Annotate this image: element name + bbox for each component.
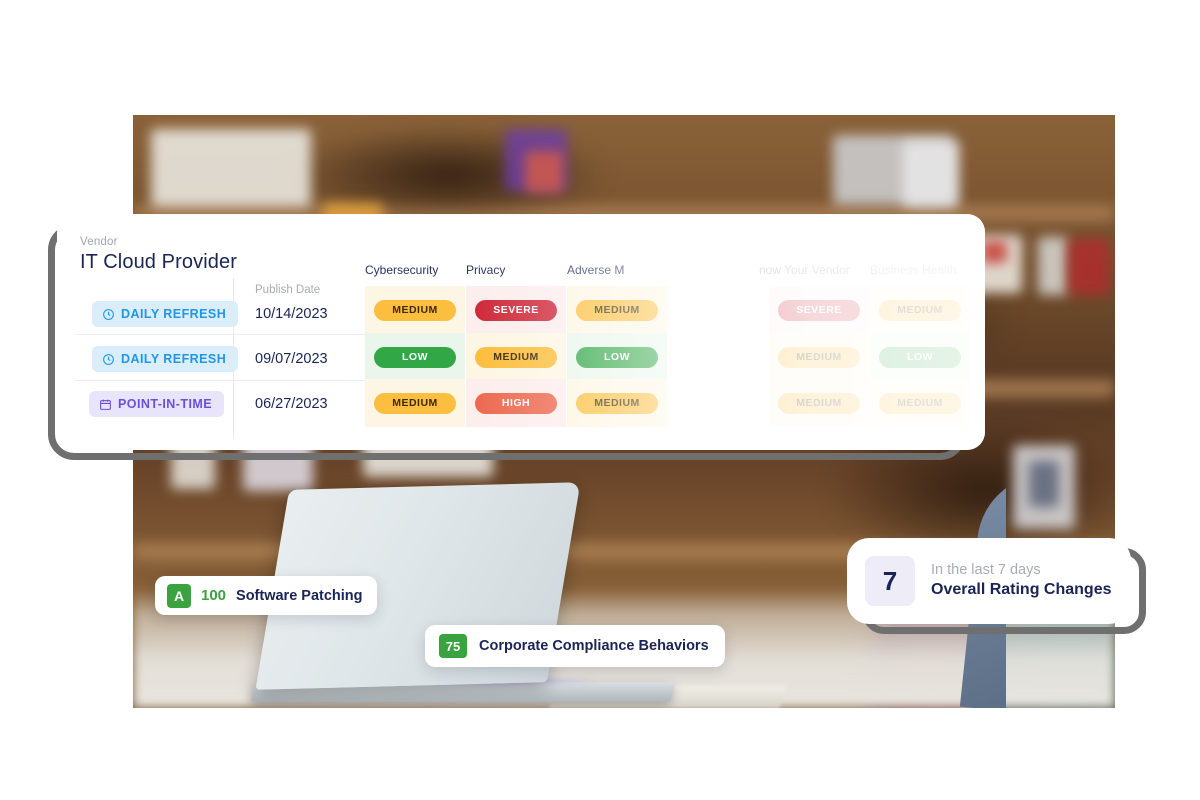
column-header-adverse-media: Adverse M (567, 263, 625, 277)
rating-badge: MEDIUM (576, 299, 658, 321)
row-1-refresh-button[interactable]: DAILY REFRESH (92, 301, 239, 327)
rating-badge: SEVERE (475, 299, 557, 321)
rating-badge: LOW (576, 346, 658, 368)
rating-badge: MEDIUM (374, 392, 456, 414)
rating-badge: MEDIUM (475, 346, 557, 368)
rating-badge: MEDIUM (374, 299, 456, 321)
rating-badge: SEVERE (778, 299, 860, 321)
software-patching-card[interactable]: A 100 Software Patching (155, 576, 377, 615)
row-2-cell-business-health[interactable]: LOW (870, 333, 970, 381)
shelf-item-red-object (1068, 239, 1110, 295)
clock-icon (103, 308, 114, 320)
row-1-cell-know-your-vendor[interactable]: SEVERE (769, 286, 869, 334)
row-1-cell-adverse-media[interactable]: MEDIUM (567, 286, 667, 334)
rating-badge: LOW (879, 346, 961, 368)
rating-card-title: Overall Rating Changes (931, 581, 1112, 599)
shelf-item-papers (151, 129, 311, 207)
grade-chip: 75 (439, 634, 467, 658)
row-1-cell-business-health[interactable]: MEDIUM (870, 286, 970, 334)
row-1-cell-cybersecurity[interactable]: MEDIUM (365, 286, 465, 334)
corporate-compliance-card[interactable]: 75 Corporate Compliance Behaviors (425, 625, 725, 667)
grade-chip: A (167, 583, 191, 608)
row-1-cell-privacy[interactable]: SEVERE (466, 286, 566, 334)
row-divider-2 (75, 380, 365, 381)
score-label: Corporate Compliance Behaviors (479, 638, 709, 654)
column-header-business-health: Business Health (870, 263, 957, 277)
row-1-publish-date: 10/14/2023 (255, 306, 328, 322)
rating-card-subtitle: In the last 7 days (931, 561, 1041, 578)
row-3-publish-date: 06/27/2023 (255, 396, 328, 412)
person-hand (1134, 430, 1200, 564)
rating-change-count: 7 (865, 556, 915, 606)
rating-badge: MEDIUM (576, 392, 658, 414)
score-label: Software Patching (236, 587, 363, 604)
calendar-icon (100, 399, 111, 410)
person-eye-right (1180, 287, 1200, 298)
column-header-privacy: Privacy (466, 263, 506, 277)
rating-badge: MEDIUM (778, 392, 860, 414)
row-2-publish-date: 09/07/2023 (255, 351, 328, 367)
shelf-item-photo (1029, 461, 1059, 507)
rating-badge: MEDIUM (778, 346, 860, 368)
person-mouth (1141, 353, 1193, 365)
score-value: 100 (201, 587, 227, 604)
row-3-cell-know-your-vendor[interactable]: MEDIUM (769, 379, 869, 427)
row-2-refresh-label: DAILY REFRESH (121, 352, 227, 366)
column-header-cybersecurity: Cybersecurity (365, 263, 439, 277)
clock-icon (103, 353, 114, 365)
screenshot-root: Vendor IT Cloud Provider Publish Date Cy… (0, 0, 1200, 800)
vendor-ratings-card: Vendor IT Cloud Provider Publish Date Cy… (57, 214, 985, 450)
row-3-point-in-time-button[interactable]: POINT-IN-TIME (89, 391, 225, 417)
person-neck (1112, 365, 1200, 475)
row-3-cell-privacy[interactable]: HIGH (466, 379, 566, 427)
row-3-refresh-label: POINT-IN-TIME (118, 397, 213, 411)
row-1-refresh-label: DAILY REFRESH (121, 307, 227, 321)
rating-card-text: In the last 7 days Overall Rating Change… (931, 561, 1112, 601)
rating-badge: LOW (374, 346, 456, 368)
overall-rating-changes-card[interactable]: 7 In the last 7 days Overall Rating Chan… (847, 538, 1131, 624)
row-3-cell-adverse-media[interactable]: MEDIUM (567, 379, 667, 427)
rating-badge: HIGH (475, 392, 557, 414)
row-2-cell-adverse-media[interactable]: LOW (567, 333, 667, 381)
rating-badge: MEDIUM (879, 392, 961, 414)
shelf-item-white-frame (903, 141, 959, 207)
column-header-know-your-vendor: now Your Vendor (759, 263, 850, 277)
rating-badge: MEDIUM (879, 299, 961, 321)
row-3-cell-business-health[interactable]: MEDIUM (870, 379, 970, 427)
person-eyebrow-right (1174, 265, 1200, 280)
row-2-cell-know-your-vendor[interactable]: MEDIUM (769, 333, 869, 381)
person-shirt-placket (1162, 445, 1180, 710)
row-3-cell-cybersecurity[interactable]: MEDIUM (365, 379, 465, 427)
row-2-cell-privacy[interactable]: MEDIUM (466, 333, 566, 381)
vendor-label: Vendor (80, 236, 118, 248)
shelf-item-red-box (525, 151, 563, 193)
row-2-cell-cybersecurity[interactable]: LOW (365, 333, 465, 381)
row-2-refresh-button[interactable]: DAILY REFRESH (92, 346, 239, 372)
person-eye-left (1114, 287, 1144, 298)
column-header-publish-date: Publish Date (255, 284, 321, 296)
shelf-item-candle (1038, 237, 1068, 295)
vendor-name: IT Cloud Provider (80, 251, 237, 273)
row-divider-1 (75, 334, 365, 335)
